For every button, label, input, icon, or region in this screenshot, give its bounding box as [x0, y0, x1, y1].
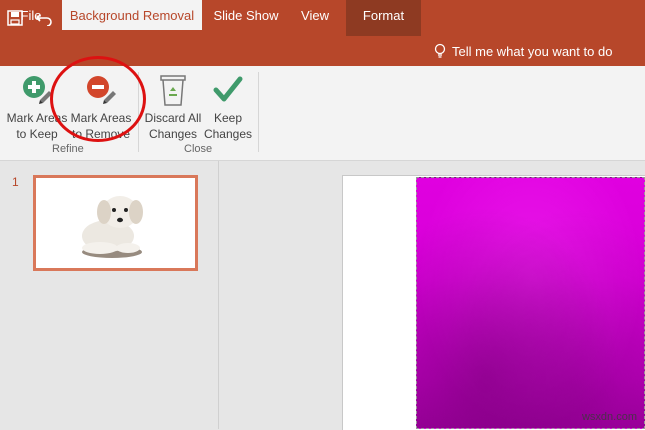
lightbulb-icon — [434, 43, 446, 58]
removal-area-picture[interactable] — [416, 177, 645, 429]
refine-group-label: Refine — [52, 143, 84, 155]
puppy-image — [82, 196, 143, 258]
keep-changes-button[interactable]: Keep Changes — [202, 72, 254, 142]
highlight-circle — [50, 56, 146, 142]
recycle-bin-icon — [155, 72, 191, 108]
tab-slide-show[interactable]: Slide Show — [208, 0, 284, 30]
tell-me-text: Tell me what you want to do — [452, 43, 613, 59]
discard-all-changes-button[interactable]: Discard All Changes — [142, 72, 204, 142]
tab-format[interactable]: Format — [346, 0, 421, 30]
slide-thumbnail[interactable] — [33, 175, 198, 271]
tell-me-box[interactable]: Tell me what you want to do — [434, 36, 612, 66]
slide-number: 1 — [12, 175, 19, 189]
keep-line2: Changes — [203, 127, 253, 141]
checkmark-icon — [210, 72, 246, 108]
discard-line1: Discard All — [144, 111, 202, 125]
mark-keep-line2: to Keep — [16, 127, 58, 141]
tab-view[interactable]: View — [294, 0, 336, 30]
keep-line1: Keep — [213, 111, 242, 125]
tab-file[interactable]: File — [10, 0, 52, 30]
close-group-label: Close — [184, 143, 213, 155]
watermark: wsxdn.com — [581, 411, 637, 423]
discard-line2: Changes — [148, 127, 198, 141]
tab-background-removal[interactable]: Background Removal — [62, 0, 202, 30]
group-separator — [258, 72, 259, 152]
